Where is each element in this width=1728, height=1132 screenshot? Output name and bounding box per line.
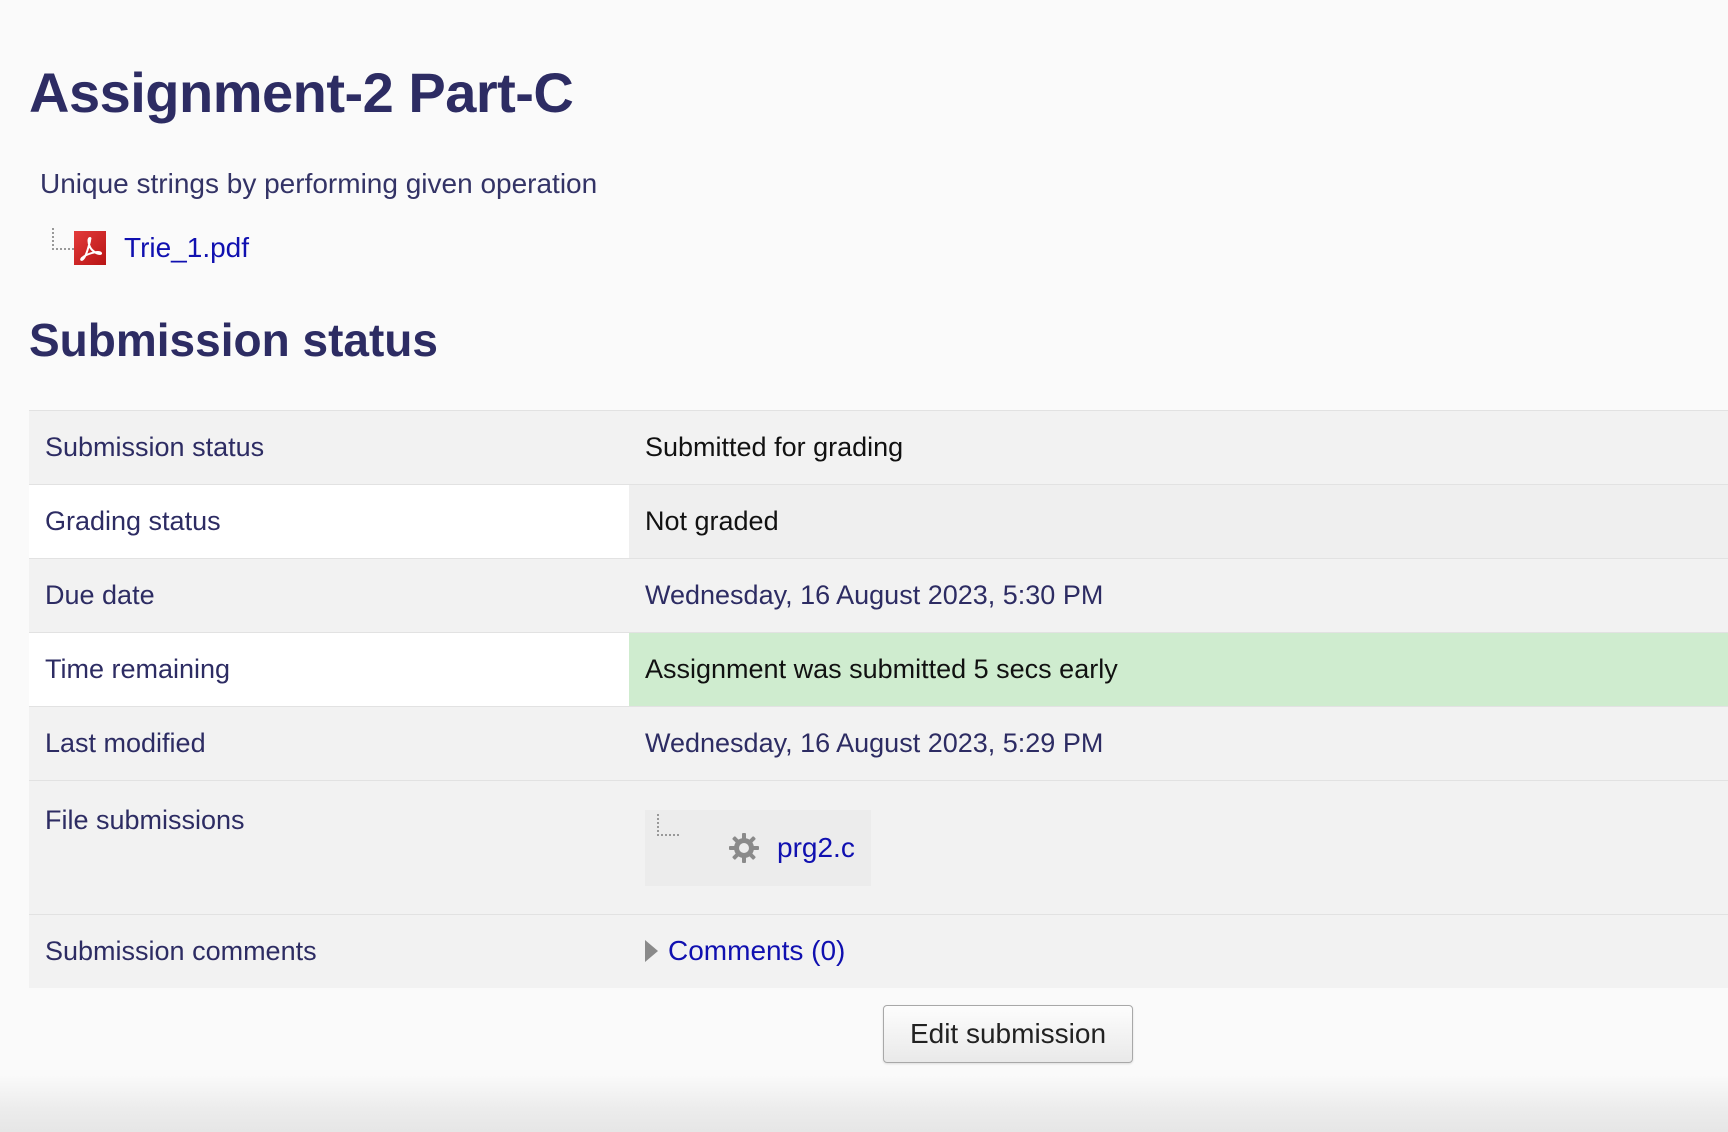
row-label: Due date <box>29 558 629 633</box>
page-title: Assignment-2 Part-C <box>29 61 574 124</box>
row-value: Not graded <box>629 484 1728 559</box>
submitted-file-link[interactable]: prg2.c <box>777 832 855 864</box>
table-row: Submission comments Comments (0) <box>29 914 1728 988</box>
table-row: Time remaining Assignment was submitted … <box>29 632 1728 707</box>
row-label: File submissions <box>29 780 629 915</box>
tree-connector <box>52 228 74 250</box>
tree-connector <box>657 813 679 836</box>
edit-submission-button[interactable]: Edit submission <box>883 1005 1133 1063</box>
table-row: Submission status Submitted for grading <box>29 410 1728 485</box>
comments-cell: Comments (0) <box>629 914 1728 988</box>
pdf-icon <box>74 231 106 265</box>
row-label: Submission comments <box>29 914 629 988</box>
table-row: Last modified Wednesday, 16 August 2023,… <box>29 706 1728 781</box>
time-remaining-value: Assignment was submitted 5 secs early <box>629 632 1728 707</box>
table-row: Due date Wednesday, 16 August 2023, 5:30… <box>29 558 1728 633</box>
attachment-item: Trie_1.pdf <box>52 228 249 268</box>
assignment-intro: Unique strings by performing given opera… <box>40 168 598 199</box>
comments-toggle[interactable]: Comments (0) <box>645 935 845 967</box>
table-row: File submissions prg2.c <box>29 780 1728 915</box>
row-label: Submission status <box>29 410 629 485</box>
assignment-page: Assignment-2 Part-C Unique strings by pe… <box>0 0 1728 1132</box>
last-modified-value: Wednesday, 16 August 2023, 5:29 PM <box>629 706 1728 781</box>
row-label: Time remaining <box>29 632 629 707</box>
submission-heading: Submission status <box>29 314 438 366</box>
row-value: Submitted for grading <box>629 410 1728 485</box>
file-tree: prg2.c <box>645 809 871 886</box>
row-label: Last modified <box>29 706 629 781</box>
expand-triangle-icon[interactable] <box>645 939 658 962</box>
attachment-link[interactable]: Trie_1.pdf <box>124 232 249 264</box>
due-date-value: Wednesday, 16 August 2023, 5:30 PM <box>629 558 1728 633</box>
submission-status-table: Submission status Submitted for grading … <box>29 410 1728 988</box>
file-submissions-cell: prg2.c <box>629 780 1728 915</box>
gear-icon <box>729 832 759 863</box>
row-label: Grading status <box>29 484 629 559</box>
footer-shade <box>0 1075 1728 1132</box>
table-row: Grading status Not graded <box>29 484 1728 559</box>
comments-link[interactable]: Comments (0) <box>668 935 845 967</box>
